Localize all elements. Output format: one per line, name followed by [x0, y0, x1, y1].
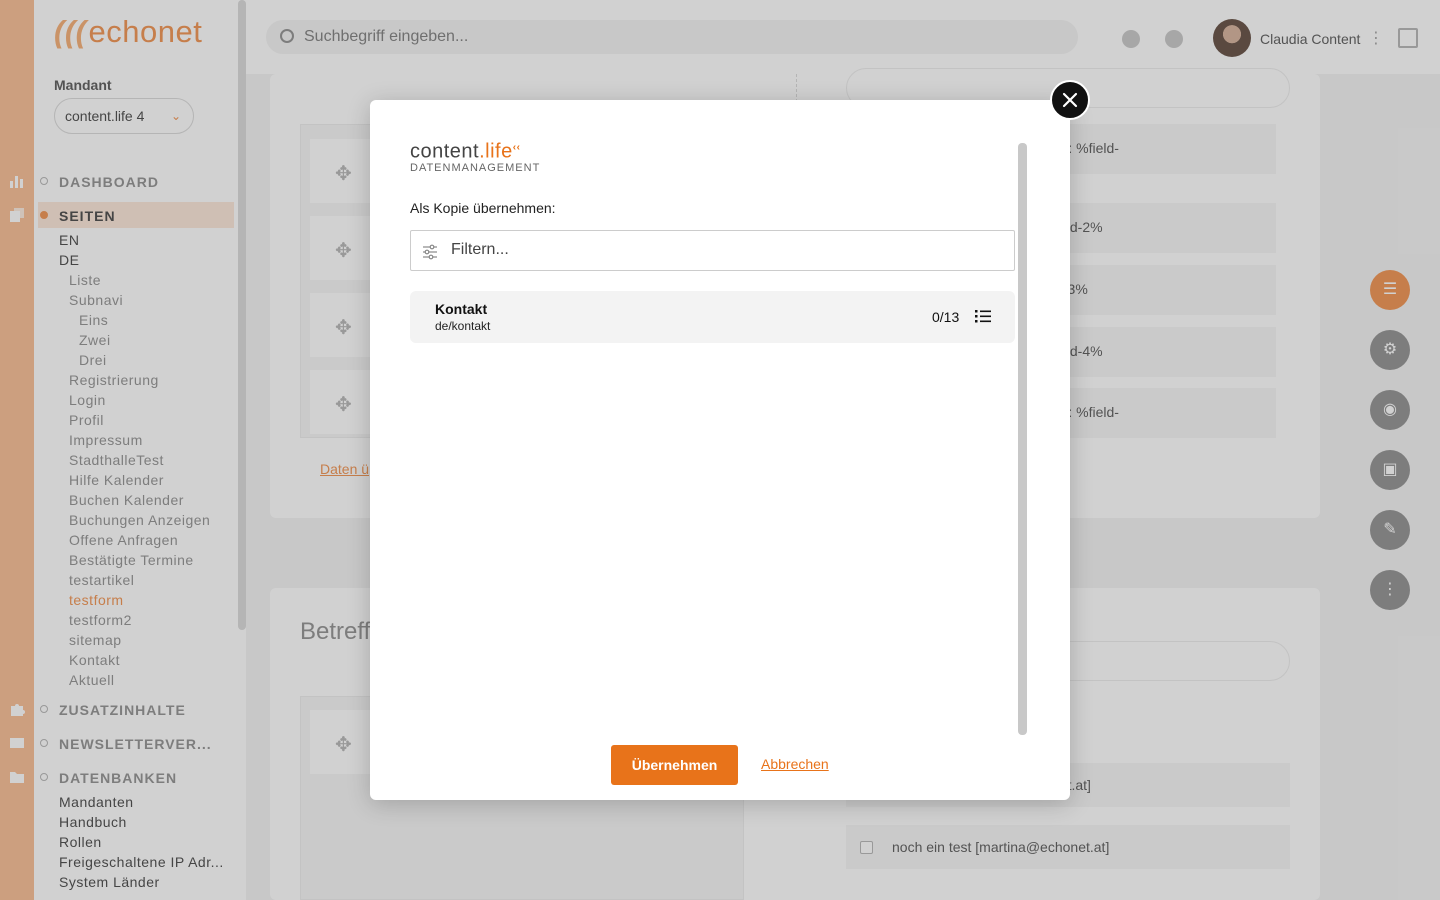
list-icon[interactable]	[975, 308, 991, 324]
entry-title: Kontakt	[435, 301, 488, 317]
content-life-logo: content.life‹‹ DATENMANAGEMENT	[410, 140, 541, 174]
cancel-button[interactable]: Abbrechen	[761, 756, 829, 772]
close-button[interactable]	[1050, 80, 1090, 120]
close-icon	[1062, 92, 1078, 108]
dialog-label: Als Kopie übernehmen:	[410, 200, 556, 216]
entry-path: de/kontakt	[435, 319, 491, 333]
filter-input[interactable]: Filtern...	[410, 230, 1015, 271]
entry-count: 0/13	[932, 309, 960, 325]
filter-placeholder: Filtern...	[451, 241, 509, 258]
sliders-icon	[423, 244, 437, 260]
list-item[interactable]: Kontakt de/kontakt 0/13	[410, 291, 1015, 343]
apply-button[interactable]: Übernehmen	[611, 745, 738, 785]
dialog-scrollbar[interactable]	[1018, 143, 1027, 735]
